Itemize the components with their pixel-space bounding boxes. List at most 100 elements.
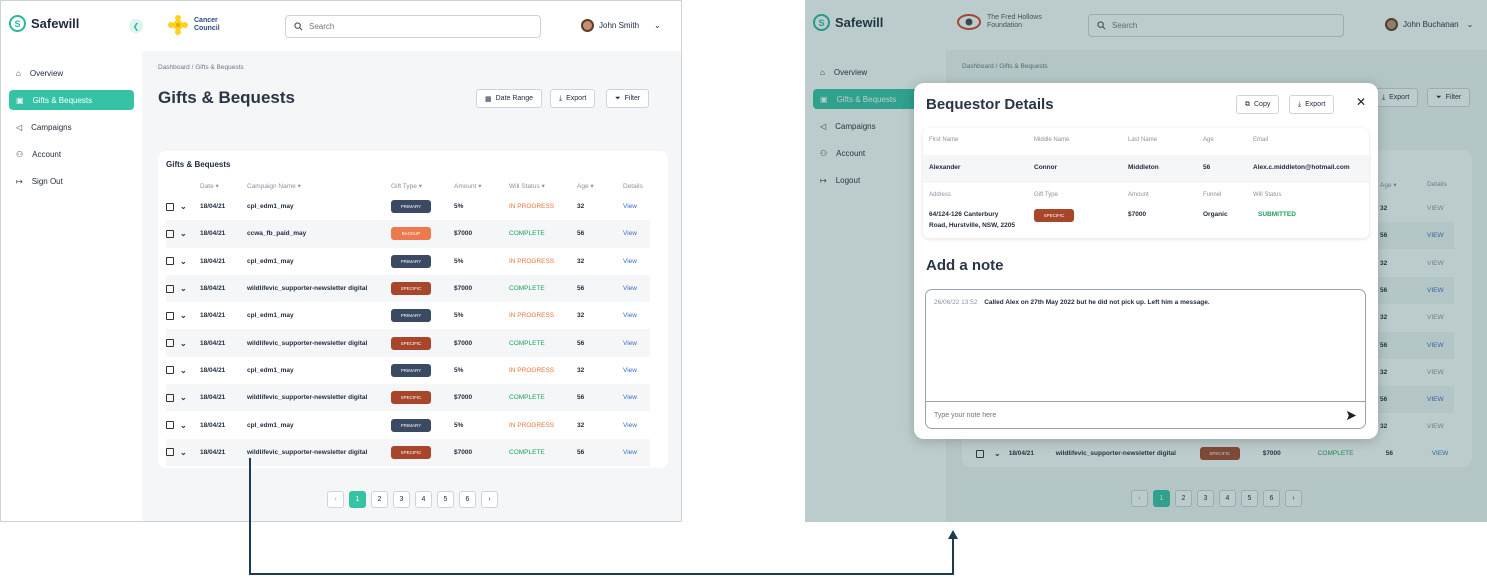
view-link[interactable]: View: [623, 329, 650, 357]
chevron-down-icon[interactable]: ⌄: [180, 257, 187, 266]
row-checkbox[interactable]: [166, 339, 174, 348]
view-link[interactable]: View: [623, 438, 650, 466]
gift-type-badge: SPECIFIC: [391, 445, 431, 459]
note-timestamp: 26/06/22 13:52: [934, 299, 978, 306]
view-link[interactable]: View: [623, 193, 650, 220]
chevron-down-icon[interactable]: ⌄: [180, 421, 187, 430]
filter-button[interactable]: ⏷ Filter: [606, 89, 650, 108]
home-icon: ⌂: [16, 68, 21, 78]
column-header-age[interactable]: Age ▾: [577, 179, 623, 193]
age-cell: 56: [577, 384, 623, 412]
sidebar-item-campaigns[interactable]: ◁ Campaigns: [9, 117, 134, 137]
export-button[interactable]: ⤓ Export: [1289, 95, 1335, 114]
filter-icon: ⏷: [615, 94, 621, 102]
table-row[interactable]: ⌄ 18/04/21 cpl_edm1_may PRIMARY 5% IN PROGRES…: [166, 248, 650, 275]
view-link[interactable]: View: [623, 384, 650, 412]
user-menu[interactable]: John Smith ⌄: [581, 19, 661, 32]
date-cell: 18/04/21: [200, 438, 247, 466]
flow-connector-line: [249, 458, 251, 574]
row-checkbox[interactable]: [166, 257, 174, 266]
view-link[interactable]: View: [623, 357, 650, 384]
chevron-down-icon[interactable]: ⌄: [180, 448, 187, 457]
column-header-date[interactable]: Date ▾: [200, 179, 247, 193]
will-status-cell: IN PROGRESS: [509, 366, 555, 374]
table-row[interactable]: ⌄ 18/04/21 cpl_edm1_may PRIMARY 5% IN PROGRES…: [166, 302, 650, 329]
chevron-down-icon[interactable]: ⌄: [180, 284, 187, 293]
export-button[interactable]: ⤓ Export: [550, 89, 596, 108]
table-row[interactable]: ⌄ 18/04/21 cpl_edm1_may PRIMARY 5% IN PROGRES…: [166, 193, 650, 220]
page-button[interactable]: 4: [415, 491, 432, 508]
sidebar-item-sign-out[interactable]: ↦ Sign Out: [9, 171, 134, 191]
amount-cell: $7000: [454, 274, 509, 303]
sidebar-item-account[interactable]: ⚇ Account: [9, 144, 134, 164]
table-row[interactable]: ⌄ 18/04/21 wildlifevic_supporter-newslette…: [166, 384, 650, 412]
row-checkbox[interactable]: [166, 202, 174, 211]
chevron-down-icon[interactable]: ⌄: [180, 311, 187, 320]
page-button[interactable]: 1: [349, 491, 366, 508]
row-checkbox[interactable]: [166, 448, 174, 457]
note-input[interactable]: [934, 411, 1314, 419]
chevron-down-icon[interactable]: ⌄: [180, 393, 187, 402]
date-cell: 18/04/21: [200, 274, 247, 303]
page-button[interactable]: 5: [437, 491, 454, 508]
sidebar-item-gifts-bequests[interactable]: ▣ Gifts & Bequests: [9, 90, 134, 110]
main-content: Dashboard / Gifts & Bequests Gifts & Beq…: [142, 51, 681, 521]
copy-icon: ⧉: [1245, 100, 1250, 108]
gift-type-badge: PRIMARY: [391, 418, 431, 432]
org-logo: Cancer Council: [168, 15, 220, 35]
sidebar-collapse-icon[interactable]: ❮: [129, 19, 143, 33]
chevron-down-icon[interactable]: ⌄: [180, 202, 187, 211]
chevron-down-icon[interactable]: ⌄: [180, 366, 187, 375]
breadcrumb[interactable]: Dashboard / Gifts & Bequests: [158, 64, 244, 71]
column-header-will-status[interactable]: Will Status ▾: [509, 179, 577, 193]
view-link[interactable]: View: [623, 220, 650, 248]
chevron-down-icon[interactable]: ⌄: [180, 339, 187, 348]
row-checkbox[interactable]: [166, 311, 174, 320]
row-checkbox[interactable]: [166, 229, 174, 238]
search-box[interactable]: [285, 15, 541, 38]
page-button[interactable]: 2: [371, 491, 388, 508]
next-page-button[interactable]: ›: [481, 491, 498, 508]
pagination: ‹ 1 2 3 4 5 6 ›: [327, 491, 498, 508]
row-checkbox[interactable]: [166, 366, 174, 375]
date-range-button[interactable]: ▦ Date Range: [476, 89, 542, 108]
view-link[interactable]: View: [623, 248, 650, 275]
page-button[interactable]: 3: [393, 491, 410, 508]
field-value: Connor: [1034, 164, 1058, 171]
will-status-cell: IN PROGRESS: [509, 257, 555, 265]
column-header-campaign[interactable]: Campaign Name ▾: [247, 179, 391, 193]
table-row[interactable]: ⌄ 18/04/21 cpl_edm1_may PRIMARY 5% IN PROGRES…: [166, 357, 650, 384]
view-link[interactable]: View: [623, 274, 650, 303]
copy-button[interactable]: ⧉ Copy: [1236, 95, 1280, 114]
brand[interactable]: S Safewill: [9, 15, 79, 32]
table-row[interactable]: ⌄ 18/04/21 wildlifevic_supporter-newslette…: [166, 274, 650, 303]
page-button[interactable]: 6: [459, 491, 476, 508]
column-header-gift-type[interactable]: Gift Type ▾: [391, 179, 454, 193]
bequestor-details-modal: Bequestor Details ⧉ Copy ⤓ Export ✕ Firs…: [914, 83, 1378, 439]
gift-type-cell: BACKUP: [391, 220, 454, 248]
close-icon[interactable]: ✕: [1356, 95, 1366, 109]
table-row[interactable]: ⌄ 18/04/21 wildlifevic_supporter-newslette…: [166, 438, 650, 466]
send-icon[interactable]: [1346, 410, 1357, 421]
address-line2: Road, Hurstville, NSW, 2205: [929, 222, 1015, 229]
row-checkbox[interactable]: [166, 393, 174, 402]
row-checkbox[interactable]: [166, 284, 174, 293]
download-icon: ⤓: [559, 94, 563, 102]
date-cell: 18/04/21: [200, 220, 247, 248]
sidebar-item-overview[interactable]: ⌂ Overview: [9, 63, 134, 83]
flow-connector-line: [952, 537, 954, 575]
campaign-cell: ccwa_fb_paid_may: [247, 220, 391, 248]
row-checkbox[interactable]: [166, 421, 174, 430]
view-link[interactable]: View: [623, 302, 650, 329]
column-header-amount[interactable]: Amount ▾: [454, 179, 509, 193]
prev-page-button[interactable]: ‹: [327, 491, 344, 508]
table-row[interactable]: ⌄ 18/04/21 ccwa_fb_paid_may BACKUP $7000 COMP…: [166, 220, 650, 248]
gift-type-cell: PRIMARY: [391, 357, 454, 384]
table-row[interactable]: ⌄ 18/04/21 wildlifevic_supporter-newslette…: [166, 329, 650, 357]
chevron-down-icon[interactable]: ⌄: [180, 229, 187, 238]
table-row[interactable]: ⌄ 18/04/21 cpl_edm1_may PRIMARY 5% IN PROGRES…: [166, 411, 650, 438]
search-input[interactable]: [309, 22, 519, 31]
view-link[interactable]: View: [623, 411, 650, 438]
date-cell: 18/04/21: [200, 312, 226, 320]
add-note-title: Add a note: [926, 257, 1004, 274]
